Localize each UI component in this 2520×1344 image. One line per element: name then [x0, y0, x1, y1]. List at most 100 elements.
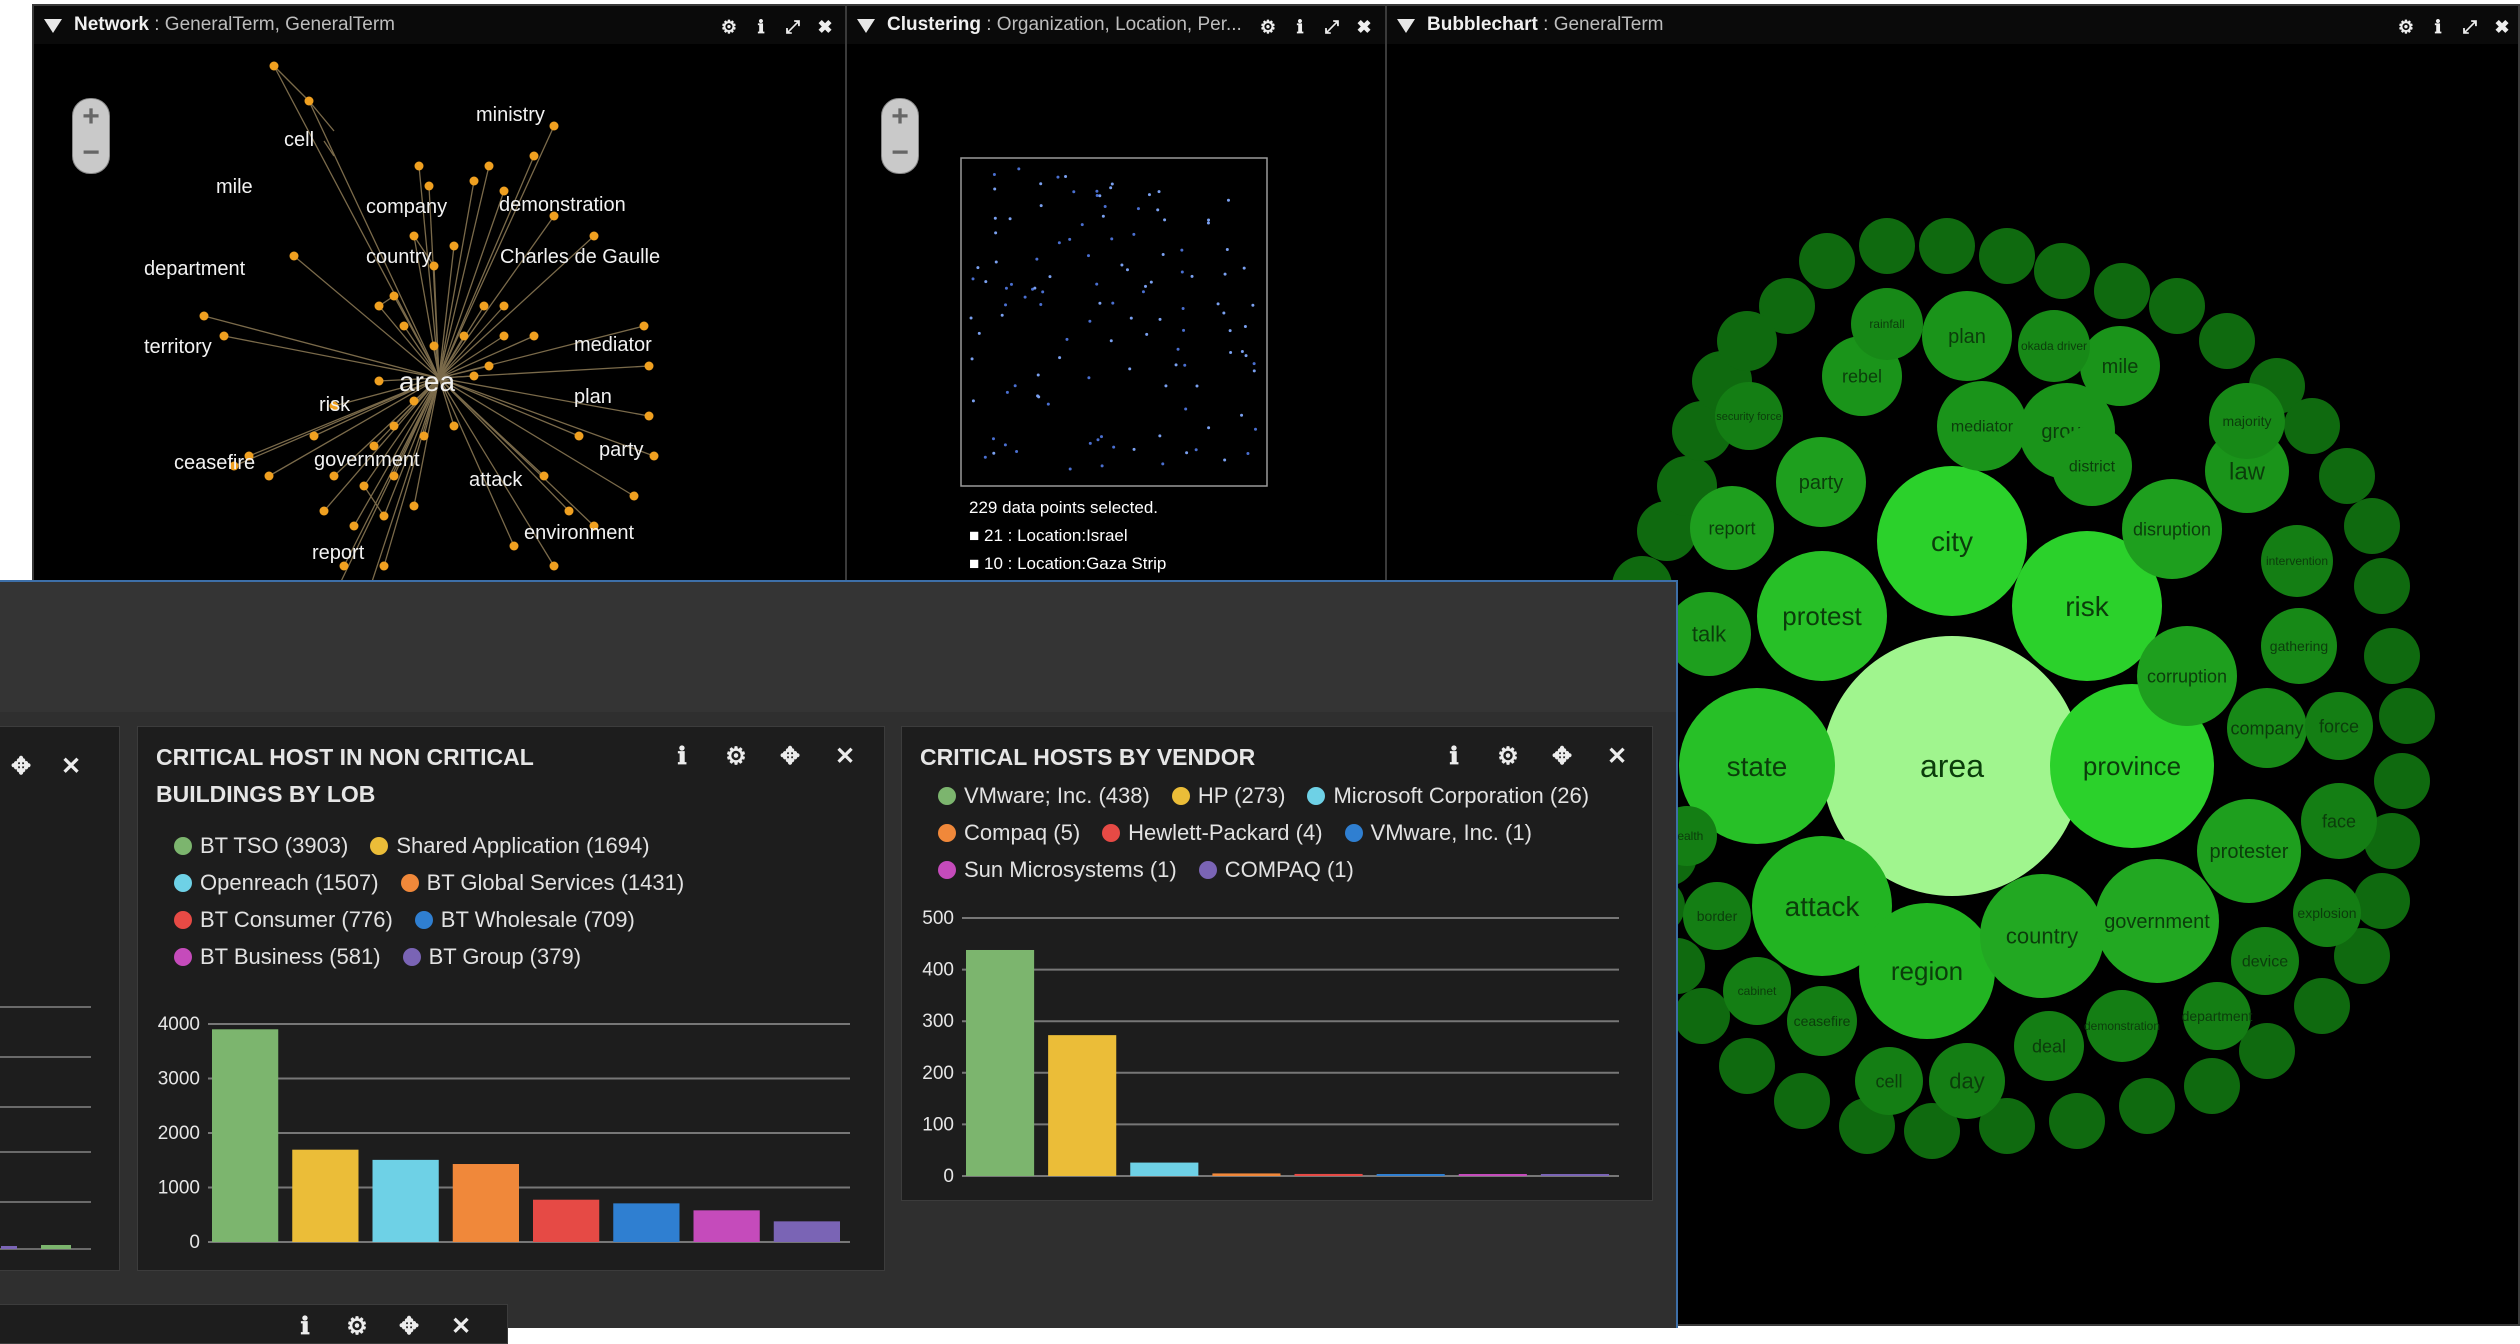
cluster-point — [1041, 290, 1045, 294]
network-node-label[interactable]: report — [312, 542, 364, 565]
bubble — [2119, 1078, 2175, 1134]
network-node — [484, 361, 494, 371]
network-node — [374, 301, 384, 311]
network-node-label[interactable]: demonstration — [499, 194, 626, 217]
network-node — [374, 376, 384, 386]
bar — [773, 1221, 840, 1242]
bubble-label: force — [2319, 716, 2359, 736]
network-node-label[interactable]: cell — [284, 129, 314, 152]
gear-icon[interactable]: ⚙ — [343, 1313, 371, 1341]
network-node-label[interactable]: risk — [319, 394, 350, 417]
bubble-label: company — [2230, 718, 2303, 738]
network-graph[interactable] — [34, 6, 850, 604]
cluster-point — [969, 316, 973, 320]
cluster-point — [1086, 254, 1090, 258]
bubble — [2319, 448, 2375, 504]
cluster-point — [1207, 218, 1211, 222]
bubble — [1719, 1038, 1775, 1094]
bubble-label: intervention — [2266, 554, 2328, 568]
cluster-point — [1149, 280, 1153, 284]
bar — [1294, 1173, 1363, 1176]
cluster-point — [1141, 290, 1145, 294]
cluster-point — [1225, 247, 1229, 251]
network-node — [564, 506, 574, 516]
network-node — [549, 121, 559, 131]
network-node-label[interactable]: ministry — [476, 104, 545, 127]
cluster-point — [1110, 237, 1114, 241]
cluster-point — [1048, 275, 1052, 279]
network-node-label[interactable]: plan — [574, 386, 612, 409]
network-node — [359, 481, 369, 491]
bubble-label: region — [1891, 956, 1963, 986]
cluster-point — [1058, 356, 1062, 360]
bubble — [2284, 398, 2340, 454]
move-icon[interactable]: ✥ — [395, 1313, 423, 1341]
cluster-point — [1161, 252, 1165, 256]
cluster-point — [1004, 286, 1008, 290]
network-node — [644, 361, 654, 371]
info-icon[interactable]: ℹ — [291, 1313, 319, 1341]
network-node-label[interactable]: area — [399, 366, 455, 398]
cluster-point — [991, 437, 995, 441]
network-node — [389, 471, 399, 481]
network-node-label[interactable]: Charles de Gaulle — [500, 246, 660, 269]
cluster-point — [994, 260, 998, 264]
cluster-point — [1072, 190, 1076, 194]
network-node — [574, 431, 584, 441]
bubble — [1979, 228, 2035, 284]
cluster-point — [1163, 218, 1167, 222]
network-node-label[interactable]: ceasefire — [174, 452, 255, 475]
cluster-point — [1098, 301, 1102, 305]
bubble-label: city — [1931, 526, 1973, 557]
partial-card-bottom: ℹ ⚙ ✥ ✕ — [0, 1304, 508, 1344]
cluster-point — [1009, 282, 1013, 286]
network-node — [449, 241, 459, 251]
network-node — [469, 371, 479, 381]
bubble-label: risk — [2065, 591, 2110, 622]
cluster-point — [1095, 194, 1099, 198]
cluster-point — [1120, 263, 1124, 267]
cluster-point — [1125, 268, 1129, 272]
critical-host-lob-card: CRITICAL HOST IN NON CRITICAL BUILDINGS … — [137, 726, 885, 1271]
cluster-point — [1216, 302, 1220, 306]
critical-hosts-vendor-card: CRITICAL HOSTS BY VENDOR ℹ ⚙ ✥ ✕ VMware;… — [901, 726, 1653, 1201]
cluster-point — [1185, 451, 1189, 455]
network-node-label[interactable]: government — [314, 449, 420, 472]
cluster-point — [1035, 257, 1039, 261]
network-node — [509, 541, 519, 551]
network-node-label[interactable]: department — [144, 258, 245, 281]
cluster-point — [1039, 303, 1043, 307]
network-node-label[interactable]: territory — [144, 336, 212, 359]
network-node-label[interactable]: environment — [524, 522, 634, 545]
network-node-label[interactable]: mediator — [574, 334, 652, 357]
network-node — [649, 451, 659, 461]
cluster-point — [1252, 369, 1256, 373]
bullet-icon: ■ — [969, 554, 984, 573]
cluster-point — [994, 231, 998, 235]
cluster-point — [1240, 349, 1244, 353]
network-node-label[interactable]: country — [366, 246, 432, 269]
cluster-point — [1088, 319, 1092, 323]
network-node-label[interactable]: company — [366, 196, 447, 219]
selection-box — [960, 157, 1268, 487]
close-icon[interactable]: ✕ — [447, 1313, 475, 1341]
network-node-label[interactable]: party — [599, 439, 643, 462]
bubble-label: cabinet — [1738, 984, 1777, 998]
bubble-label: report — [1708, 518, 1755, 538]
cluster-point — [1246, 451, 1250, 455]
cluster-point — [1242, 266, 1246, 270]
cluster-point — [1080, 223, 1084, 227]
network-node — [199, 311, 209, 321]
cluster-point — [1132, 232, 1136, 236]
bar — [292, 1149, 359, 1242]
network-node — [629, 491, 639, 501]
bubble — [2379, 688, 2435, 744]
network-node-label[interactable]: mile — [216, 176, 253, 199]
bubble — [2354, 558, 2410, 614]
cluster-point — [1156, 208, 1160, 212]
network-node-label[interactable]: attack — [469, 469, 522, 492]
network-node — [409, 231, 419, 241]
cluster-point — [1180, 270, 1184, 274]
bubble — [2149, 278, 2205, 334]
cluster-point — [1046, 402, 1050, 406]
